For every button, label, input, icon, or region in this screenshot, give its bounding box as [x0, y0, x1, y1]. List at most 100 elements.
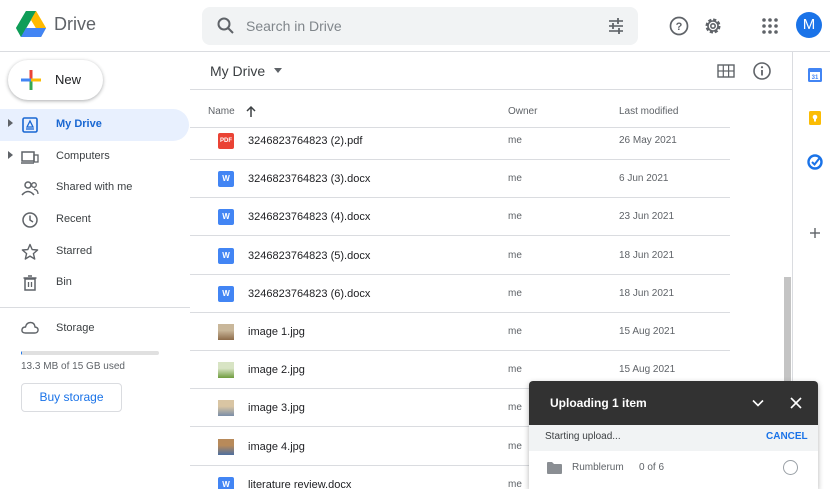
sidebar-item-storage[interactable]: Storage	[0, 316, 190, 340]
file-row[interactable]: W 3246823764823 (4).docx me 23 Jun 2021	[190, 198, 730, 237]
progress-circle-icon	[783, 460, 798, 475]
file-owner: me	[508, 402, 522, 414]
upload-item-name: Rumblerum	[572, 462, 624, 473]
drive-logo-icon[interactable]	[16, 11, 46, 39]
cloud-icon	[21, 321, 39, 334]
sidebar-divider	[0, 307, 190, 308]
search-options-icon[interactable]	[606, 16, 626, 36]
file-owner: me	[508, 326, 522, 337]
file-name: image 1.jpg	[248, 326, 305, 338]
expand-arrow-icon[interactable]	[8, 150, 13, 159]
help-icon[interactable]: ?	[668, 15, 690, 37]
sidebar-item-bin[interactable]: Bin	[0, 267, 190, 299]
keep-icon[interactable]	[807, 110, 823, 126]
main-toolbar: My Drive	[190, 52, 792, 90]
upload-status-bar: Starting upload... CANCEL	[529, 425, 818, 451]
search-input[interactable]	[246, 15, 586, 37]
close-icon[interactable]	[789, 396, 803, 410]
file-last-modified: 23 Jun 2021	[619, 211, 675, 223]
image-thumbnail-icon	[218, 362, 234, 379]
add-addon-plus-icon[interactable]	[807, 225, 823, 241]
file-row[interactable]: PDF 3246823764823 (2).pdf me 26 May 2021	[190, 122, 730, 160]
sidebar-item-label: Recent	[56, 213, 91, 226]
info-icon[interactable]	[752, 61, 772, 81]
file-owner: me	[508, 135, 522, 146]
upload-progress-panel: Uploading 1 item Starting upload... CANC…	[529, 381, 818, 489]
buy-storage-button[interactable]: Buy storage	[21, 383, 122, 412]
search-icon[interactable]	[216, 16, 236, 36]
word-doc-icon: W	[218, 209, 234, 226]
computer-icon	[21, 150, 39, 164]
page-title[interactable]: My Drive	[210, 63, 265, 79]
upload-item-progress: 0 of 6	[639, 462, 665, 473]
expand-arrow-icon[interactable]	[8, 119, 13, 127]
column-header-last-modified[interactable]: Last modified	[619, 106, 678, 117]
image-thumbnail-icon	[218, 400, 234, 417]
search-bar[interactable]	[202, 7, 638, 45]
column-header-name[interactable]: Name	[208, 106, 235, 117]
sidebar-item-label: Computers	[56, 149, 110, 162]
file-last-modified: 6 Jun 2021	[619, 173, 669, 185]
scrollbar[interactable]	[784, 277, 791, 387]
image-thumbnail-icon	[218, 438, 234, 455]
grid-view-icon[interactable]	[717, 64, 735, 78]
file-name: 3246823764823 (3).docx	[248, 173, 371, 186]
storage-used-text: 13.3 MB of 15 GB used	[21, 361, 125, 372]
file-name: image 4.jpg	[248, 440, 305, 453]
sidebar-item-computers[interactable]: Computers	[0, 141, 190, 173]
image-thumbnail-icon	[218, 324, 234, 340]
account-avatar[interactable]: M	[796, 12, 822, 38]
sidebar-item-shared-with-me[interactable]: Shared with me	[0, 172, 190, 204]
column-header-owner[interactable]: Owner	[508, 106, 537, 117]
file-owner: me	[508, 364, 522, 376]
word-doc-icon: W	[218, 247, 234, 264]
file-name: image 3.jpg	[248, 402, 305, 415]
upload-item[interactable]: Rumblerum 0 of 6	[529, 453, 818, 483]
storage-label: Storage	[56, 322, 95, 334]
chevron-down-icon[interactable]	[274, 68, 282, 73]
word-doc-icon: W	[218, 285, 234, 302]
sidebar-item-label: Starred	[56, 244, 93, 257]
new-button[interactable]: New	[8, 60, 103, 100]
sidebar-item-label: Bin	[56, 276, 72, 289]
file-row[interactable]: W 3246823764823 (3).docx me 6 Jun 2021	[190, 160, 730, 199]
upload-panel-title: Uploading 1 item	[550, 396, 647, 410]
sidebar-item-label: My Drive	[56, 118, 102, 130]
pdf-file-icon: PDF	[218, 133, 234, 149]
sidebar-item-recent[interactable]: Recent	[0, 204, 190, 236]
sidebar-item-label: Shared with me	[56, 181, 133, 194]
svg-text:?: ?	[676, 21, 683, 33]
file-row[interactable]: W 3246823764823 (6).docx me 18 Jun 2021	[190, 275, 730, 313]
file-owner: me	[508, 287, 522, 299]
file-name: literature review.docx	[248, 478, 352, 489]
calendar-icon[interactable]: 31	[807, 67, 823, 83]
people-icon	[21, 181, 39, 196]
word-doc-icon: W	[218, 476, 234, 489]
top-header: Drive ? M	[0, 0, 830, 52]
file-owner: me	[508, 211, 522, 223]
upload-status-text: Starting upload...	[545, 431, 621, 442]
sidebar-item-my-drive[interactable]: My Drive	[0, 109, 189, 141]
file-owner: me	[508, 173, 522, 185]
file-name: 3246823764823 (4).docx	[248, 211, 371, 224]
file-owner: me	[508, 249, 522, 261]
file-row[interactable]: W 3246823764823 (5).docx me 18 Jun 2021	[190, 237, 730, 275]
my-drive-icon	[22, 117, 38, 133]
trash-icon	[23, 275, 37, 292]
storage-usage-fill	[21, 351, 23, 355]
apps-grid-icon[interactable]	[759, 15, 781, 37]
app-title[interactable]: Drive	[54, 14, 96, 35]
file-owner: me	[508, 440, 522, 452]
sort-arrow-up-icon[interactable]	[245, 105, 257, 118]
sidebar-item-starred[interactable]: Starred	[0, 236, 190, 268]
cancel-upload-button[interactable]: CANCEL	[766, 431, 808, 442]
file-name: 3246823764823 (6).docx	[248, 287, 371, 300]
file-last-modified: 15 Aug 2021	[619, 364, 676, 376]
file-row[interactable]: image 1.jpg me 15 Aug 2021	[190, 313, 730, 351]
file-name: 3246823764823 (2).pdf	[248, 135, 363, 147]
star-icon	[21, 243, 39, 260]
svg-text:31: 31	[812, 75, 819, 81]
settings-gear-icon[interactable]	[702, 15, 724, 37]
chevron-down-icon[interactable]	[751, 396, 765, 410]
tasks-icon[interactable]	[807, 154, 823, 170]
